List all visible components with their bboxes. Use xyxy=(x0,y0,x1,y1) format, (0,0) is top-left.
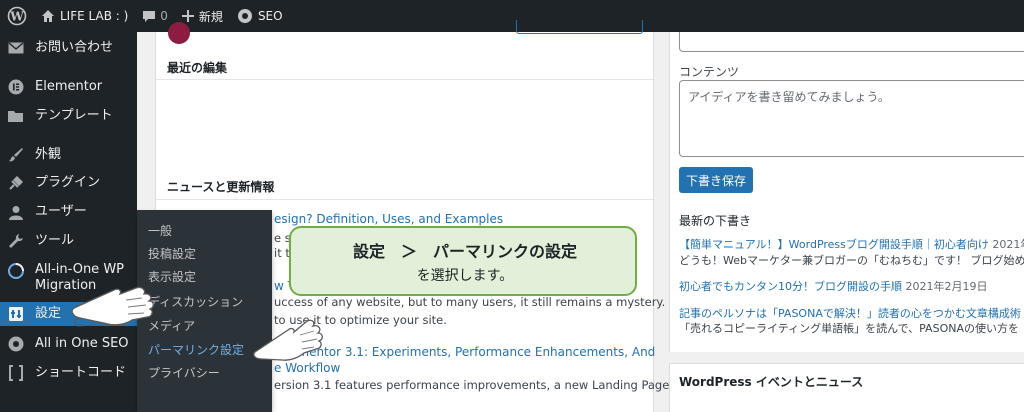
wordpress-icon: W xyxy=(7,6,27,26)
instruction-callout: 設定 ＞ パーマリンクの設定 を選択します。 xyxy=(289,226,637,296)
draft-title: 記事のペルソナは「PASONAで解決！」読者の心をつかむ文章構成術 xyxy=(679,307,1021,320)
submenu-item-privacy[interactable]: プライバシー xyxy=(148,364,220,381)
user-icon xyxy=(7,203,25,221)
elementor-icon xyxy=(7,78,25,96)
sidebar-item-label: ユーザー xyxy=(35,204,87,219)
news-excerpt: ersion 3.1 features performance improvem… xyxy=(274,378,699,392)
plus-icon xyxy=(181,10,194,22)
comment-icon xyxy=(143,10,156,22)
pointing-hand-icon xyxy=(71,286,154,327)
submenu-item-discussion[interactable]: ディスカッション xyxy=(148,293,243,310)
site-name: LIFE LAB : ) xyxy=(60,9,129,23)
content-label: コンテンツ xyxy=(679,65,740,79)
draft-date: 2021年 xyxy=(992,238,1024,251)
divider xyxy=(156,199,653,200)
news-heading: ニュースと更新情報 xyxy=(167,180,275,194)
recent-drafts-heading: 最新の下書き xyxy=(679,214,752,228)
sidebar-item-contact[interactable]: お問い合わせ xyxy=(0,38,137,58)
callout-line2: を選択します。 xyxy=(416,268,514,284)
seo-label: SEO xyxy=(257,9,283,23)
sidebar-item-label: ショートコード xyxy=(35,365,127,380)
avatar xyxy=(168,22,190,44)
callout-line1: 設定 ＞ パーマリンクの設定 xyxy=(352,242,577,261)
events-heading: WordPress イベントとニュース xyxy=(679,375,864,389)
wordpress-logo[interactable]: W xyxy=(0,0,34,32)
save-draft-button[interactable]: 下書き保存 xyxy=(679,167,753,193)
sidebar-item-users[interactable]: ユーザー xyxy=(0,202,137,222)
news-link[interactable]: esign? Definition, Uses, and Examples xyxy=(274,212,503,226)
sidebar-item-label: 設定 xyxy=(35,306,62,321)
sidebar-item-label: ツール xyxy=(35,233,75,248)
draft-date: 2021年2月19日 xyxy=(905,280,988,293)
folder-icon xyxy=(7,107,25,125)
sidebar-item-plugins[interactable]: プラグイン xyxy=(0,173,137,193)
sidebar-item-label: Elementor xyxy=(35,79,103,94)
new-label: 新規 xyxy=(198,9,223,24)
sidebar-item-label: テンプレート xyxy=(35,108,113,123)
draft-excerpt: 「売れるコピーライティング単語帳」を読んで、PASONAの使い方を xyxy=(679,322,1019,335)
draft-title: 【簡単マニュアル！】WordPressブログ開設手順｜初心者向け xyxy=(679,238,989,251)
draft-title: 初心者でもカンタン10分！ブログ開設の手順 xyxy=(679,280,902,293)
home-icon xyxy=(42,10,54,22)
sidebar-item-label: プラグイン xyxy=(35,175,101,190)
plugin-icon xyxy=(7,174,25,192)
paintbrush-icon xyxy=(7,146,25,164)
news-excerpt: uccess of any website, but to many users… xyxy=(274,295,666,309)
pointing-hand-icon xyxy=(253,319,323,361)
comments-count: 0 xyxy=(160,9,168,23)
site-name-link[interactable]: LIFE LAB : ) xyxy=(34,0,135,32)
submenu-item-writing[interactable]: 投稿設定 xyxy=(148,245,196,262)
draft-link[interactable]: 記事のペルソナは「PASONAで解決！」読者の心をつかむ文章構成術 xyxy=(679,305,1021,321)
sidebar-item-shortcode[interactable]: ショートコード xyxy=(0,363,137,383)
svg-text:W: W xyxy=(9,10,24,24)
sidebar-item-aioseo[interactable]: All in One SEO xyxy=(0,334,137,354)
sidebar-item-tools[interactable]: ツール xyxy=(0,231,137,251)
seo-icon xyxy=(7,335,25,353)
draft-content-textarea[interactable]: アイディアを書き留めてみましょう。 xyxy=(679,80,1024,157)
migration-icon xyxy=(7,262,25,280)
wrench-icon xyxy=(7,232,25,250)
sidebar-item-label: 外観 xyxy=(35,147,62,162)
sidebar-item-templates[interactable]: テンプレート xyxy=(0,106,137,126)
sidebar-item-elementor[interactable]: Elementor xyxy=(0,77,137,97)
settings-icon xyxy=(7,305,25,323)
draft-title-input[interactable] xyxy=(679,32,1024,52)
shortcode-icon xyxy=(7,364,25,382)
submenu-item-permalinks[interactable]: パーマリンク設定 xyxy=(148,341,244,358)
draft-link[interactable]: 初心者でもカンタン10分！ブログ開設の手順 2021年2月19日 xyxy=(679,278,988,294)
submenu-item-general[interactable]: 一般 xyxy=(148,222,172,239)
divider xyxy=(156,79,653,80)
seo-link[interactable]: SEO xyxy=(230,0,290,32)
sidebar-item-label: All in One SEO xyxy=(35,336,129,351)
sidebar-item-label: お問い合わせ xyxy=(35,40,114,55)
sidebar-item-appearance[interactable]: 外観 xyxy=(0,145,137,165)
news-excerpt: it t xyxy=(274,246,290,260)
news-link[interactable]: ementor 3.1: Experiments, Performance En… xyxy=(290,345,655,359)
recent-edits-heading: 最近の編集 xyxy=(167,61,228,75)
seo-gear-icon xyxy=(237,9,252,23)
draft-link[interactable]: 【簡単マニュアル！】WordPressブログ開設手順｜初心者向け 2021年 xyxy=(679,236,1024,252)
admin-bar: W LIFE LAB : ) 0 新規 SEO xyxy=(0,0,1024,32)
panel-action-button[interactable] xyxy=(516,20,643,34)
envelope-icon xyxy=(7,39,25,57)
screenshot-root: W LIFE LAB : ) 0 新規 SEO お問い合わせ Elementor… xyxy=(0,0,1024,412)
draft-excerpt: どうも！Webマーケター兼ブロガーの「むねちむ」です！ ブログ始め xyxy=(679,254,1024,267)
